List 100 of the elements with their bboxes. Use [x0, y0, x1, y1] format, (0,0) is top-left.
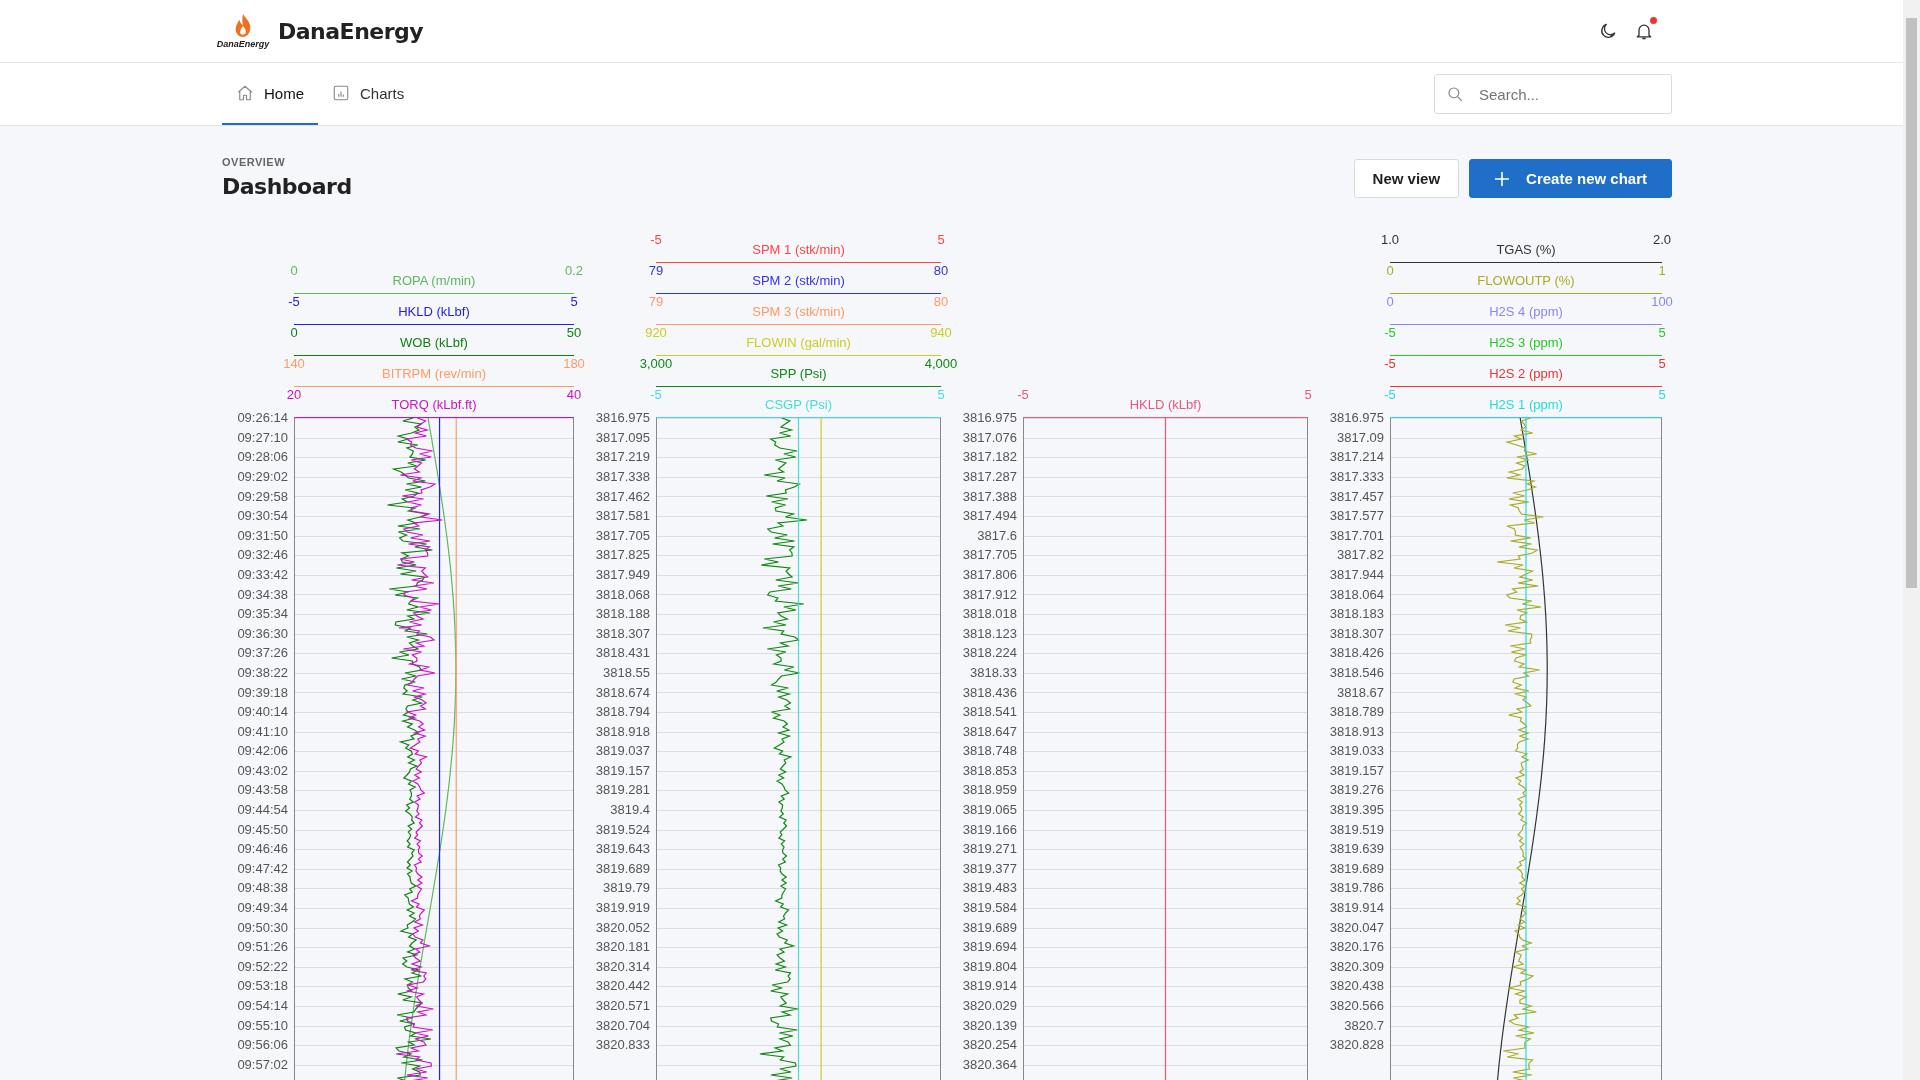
moon-icon[interactable] — [1598, 21, 1618, 41]
axis-max-label: 180 — [563, 356, 585, 371]
time-label: 09:44:54 — [236, 801, 288, 820]
depth-label: 3819.689 — [1328, 859, 1384, 878]
depth-label: 3817.076 — [961, 428, 1017, 447]
depth-label: 3817.462 — [594, 487, 650, 506]
depth-label: 3817.333 — [1328, 468, 1384, 486]
depth-label: 3819.79 — [602, 879, 650, 898]
depth-label: 3818.748 — [961, 742, 1017, 761]
curve-name: TGAS (%) — [1496, 242, 1556, 257]
new-view-button[interactable]: New view — [1353, 159, 1460, 198]
depth-label: 3819.914 — [961, 977, 1017, 996]
depth-label: 3819.919 — [594, 899, 650, 918]
curve-name: FLOWOUTP (%) — [1477, 273, 1575, 288]
depth-label: 3820.833 — [594, 1036, 650, 1055]
time-label: 09:30:54 — [236, 507, 288, 526]
curve-name: H2S 2 (ppm) — [1489, 366, 1563, 381]
axis-max-label: 5 — [937, 387, 945, 402]
curve-name: ROPA (m/min) — [392, 273, 476, 288]
axis-min-label: 1.0 — [1380, 232, 1400, 247]
time-label: 09:56:06 — [236, 1036, 288, 1055]
depth-label: 3819.694 — [961, 938, 1017, 957]
time-label: 09:31:50 — [236, 526, 288, 545]
depth-label: 3818.068 — [594, 585, 650, 604]
depth-label: 3818.674 — [594, 683, 650, 702]
time-label: 09:29:02 — [236, 468, 288, 486]
depth-label: 3817.581 — [594, 507, 650, 526]
axis-max-label: 5 — [1304, 387, 1312, 402]
bar-chart-icon — [332, 84, 350, 102]
depth-label: 3817.705 — [961, 546, 1017, 565]
scrollbar[interactable] — [1903, 0, 1920, 1080]
time-label: 09:33:42 — [236, 565, 288, 584]
axis-max-label: 2.0 — [1652, 232, 1672, 247]
time-label: 09:34:38 — [236, 585, 288, 604]
depth-label: 3820.254 — [961, 1036, 1017, 1055]
time-label: 09:45:50 — [236, 820, 288, 839]
depth-label: 3820.442 — [594, 977, 650, 996]
search-field[interactable]: Search... — [1434, 74, 1672, 114]
depth-label: 3819.643 — [594, 840, 650, 859]
home-icon — [236, 84, 254, 102]
depth-label: 3818.307 — [594, 624, 650, 643]
time-label: 09:52:22 — [236, 957, 288, 976]
axis-min-label: 0 — [1386, 263, 1394, 278]
axis-min-label: -5 — [1384, 356, 1396, 371]
depth-label: 3818.307 — [1328, 624, 1384, 643]
time-label: 09:39:18 — [236, 683, 288, 702]
depth-label: 3817.338 — [594, 468, 650, 486]
time-label: 09:55:10 — [236, 1016, 288, 1035]
depth-label: 3819.037 — [594, 742, 650, 761]
depth-label: 3819.166 — [961, 820, 1017, 839]
depth-label: 3818.647 — [961, 722, 1017, 741]
depth-label: 3820.047 — [1328, 918, 1384, 937]
curve-name: HKLD (kLbf) — [1129, 397, 1202, 412]
time-label: 09:36:30 — [236, 624, 288, 643]
time-label: 09:28:06 — [236, 448, 288, 467]
curve-name: SPM 2 (stk/min) — [752, 273, 845, 288]
depth-label: 3819.519 — [1328, 820, 1384, 839]
axis-min-label: 0 — [290, 325, 298, 340]
time-label: 09:38:22 — [236, 663, 288, 682]
plus-icon — [1494, 170, 1511, 187]
axis-max-label: 940 — [930, 325, 952, 340]
depth-label: 3820.364 — [961, 1055, 1017, 1074]
time-label: 09:26:14 — [236, 409, 288, 428]
axis-max-label: 100 — [1651, 294, 1673, 309]
depth-label: 3818.541 — [961, 703, 1017, 722]
depth-label: 3820.052 — [594, 918, 650, 937]
curve-name: SPM 3 (stk/min) — [752, 304, 845, 319]
depth-label: 3818.959 — [961, 781, 1017, 800]
depth-label: 3818.853 — [961, 761, 1017, 780]
create-chart-button[interactable]: Create new chart — [1469, 159, 1672, 198]
depth-label: 3819.065 — [961, 801, 1017, 820]
depth-label: 3817.825 — [594, 546, 650, 565]
depth-label: 3817.182 — [961, 448, 1017, 467]
axis-min-label: 79 — [648, 263, 664, 278]
time-label: 09:37:26 — [236, 644, 288, 663]
axis-min-label: -5 — [288, 294, 300, 309]
nav-tab[interactable]: Home — [222, 63, 318, 125]
axis-min-label: 79 — [648, 294, 664, 309]
depth-label: 3817.494 — [961, 507, 1017, 526]
axis-max-label: 5 — [1658, 325, 1666, 340]
depth-label: 3818.018 — [961, 605, 1017, 624]
time-label: 09:35:34 — [236, 605, 288, 624]
curve-name: FLOWIN (gal/min) — [746, 335, 851, 350]
nav-tab[interactable]: Charts — [318, 63, 419, 125]
page-title: Dashboard — [222, 174, 352, 199]
depth-label: 3817.095 — [594, 428, 650, 447]
depth-label: 3819.483 — [961, 879, 1017, 898]
time-label: 09:41:10 — [236, 722, 288, 741]
depth-label: 3817.944 — [1328, 565, 1384, 584]
curve-name: SPP (Psi) — [770, 366, 827, 381]
depth-label: 3818.913 — [1328, 722, 1384, 741]
time-label: 09:51:26 — [236, 938, 288, 957]
depth-label: 3817.577 — [1328, 507, 1384, 526]
axis-min-label: 0 — [290, 263, 298, 278]
axis-min-label: 0 — [1386, 294, 1394, 309]
depth-label: 3819.914 — [1328, 899, 1384, 918]
axis-min-label: -5 — [1017, 387, 1029, 402]
depth-label: 3818.224 — [961, 644, 1017, 663]
depth-label: 3818.436 — [961, 683, 1017, 702]
depth-label: 3818.426 — [1328, 644, 1384, 663]
